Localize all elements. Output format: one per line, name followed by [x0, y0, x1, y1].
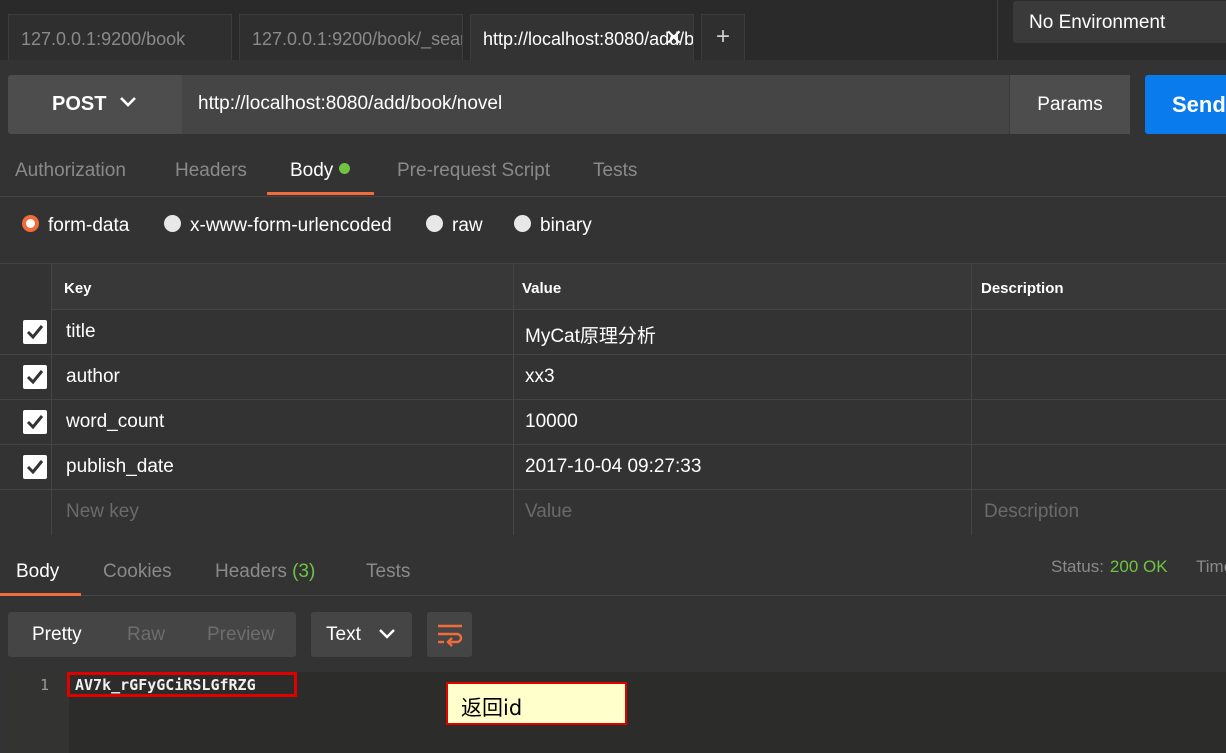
key-cell[interactable]: word_count — [66, 411, 164, 433]
row-checkbox[interactable] — [23, 320, 47, 344]
tab-label: http://localhost:8080/add/book/novel — [483, 29, 694, 49]
key-cell[interactable]: author — [66, 366, 120, 388]
radio-raw[interactable]: raw — [426, 215, 483, 237]
status-badge: Status: 200 OK — [1051, 557, 1168, 577]
params-button[interactable]: Params — [1009, 75, 1130, 134]
checkmark-icon — [26, 370, 44, 385]
view-preview-button[interactable]: Preview — [207, 624, 275, 646]
response-tab-body[interactable]: Body — [16, 561, 59, 583]
tab-body-label: Body — [290, 160, 334, 181]
response-tab-cookies[interactable]: Cookies — [103, 561, 172, 583]
radio-unchecked-icon — [514, 215, 531, 232]
row-checkbox[interactable] — [23, 410, 47, 434]
response-tab-tests[interactable]: Tests — [366, 561, 410, 583]
tab-add-novel[interactable]: http://localhost:8080/add/book/novel ✕ — [470, 14, 694, 60]
value-cell[interactable]: MyCat原理分析 — [525, 321, 656, 348]
column-value: Value — [522, 280, 562, 297]
response-tab-headers-label: Headers — [215, 561, 287, 582]
chevron-down-icon — [379, 629, 395, 639]
annotation-note: 返回id — [446, 682, 627, 725]
new-description-input[interactable]: Description — [984, 501, 1079, 523]
tab-body[interactable]: Body — [290, 160, 351, 182]
row-checkbox[interactable] — [23, 365, 47, 389]
headers-count: (3) — [292, 561, 316, 582]
active-tab-indicator — [0, 593, 81, 596]
radio-label: form-data — [48, 215, 130, 236]
value-cell[interactable]: 2017-10-04 09:27:33 — [525, 456, 701, 478]
response-tabs — [0, 548, 1226, 596]
line-number: 1 — [40, 676, 50, 694]
new-value-input[interactable]: Value — [525, 501, 572, 523]
radio-urlencoded[interactable]: x-www-form-urlencoded — [164, 215, 392, 237]
method-select[interactable]: POST — [8, 75, 182, 134]
tab-authorization[interactable]: Authorization — [15, 160, 126, 182]
tab-headers[interactable]: Headers — [175, 160, 247, 182]
divider — [997, 0, 998, 60]
radio-unchecked-icon — [426, 215, 443, 232]
status-value: 200 OK — [1109, 557, 1168, 576]
highlight-box — [67, 672, 297, 697]
format-select[interactable]: Text — [311, 612, 412, 657]
response-tab-headers[interactable]: Headers (3) — [215, 561, 315, 583]
wrap-lines-icon — [438, 624, 463, 647]
table-row — [0, 400, 1226, 445]
radio-label: x-www-form-urlencoded — [190, 215, 392, 236]
format-label: Text — [326, 624, 361, 645]
radio-label: raw — [452, 215, 483, 236]
new-key-input[interactable]: New key — [66, 501, 139, 523]
tab-label: 127.0.0.1:9200/book/_search — [252, 29, 463, 49]
tab-search[interactable]: 127.0.0.1:9200/book/_search — [239, 14, 463, 60]
radio-label: binary — [540, 215, 592, 236]
close-icon[interactable]: ✕ — [665, 25, 683, 51]
view-pretty-button[interactable]: Pretty — [32, 624, 82, 646]
radio-binary[interactable]: binary — [514, 215, 592, 237]
radio-checked-icon — [22, 215, 39, 232]
column-description: Description — [981, 280, 1064, 297]
new-tab-button[interactable]: + — [701, 14, 745, 60]
radio-form-data[interactable]: form-data — [22, 215, 129, 237]
modified-dot-icon — [339, 163, 351, 174]
tab-pre-request-script[interactable]: Pre-request Script — [397, 160, 550, 182]
view-raw-button[interactable]: Raw — [127, 624, 165, 646]
tab-label: 127.0.0.1:9200/book — [21, 29, 186, 49]
checkmark-icon — [26, 415, 44, 430]
value-cell[interactable]: 10000 — [525, 411, 578, 433]
checkmark-icon — [26, 460, 44, 475]
table-row — [0, 355, 1226, 400]
tab-tests[interactable]: Tests — [593, 160, 637, 182]
value-cell[interactable]: xx3 — [525, 366, 555, 388]
wrap-lines-button[interactable] — [427, 612, 472, 657]
checkmark-icon — [26, 325, 44, 340]
key-cell[interactable]: title — [66, 321, 96, 343]
row-checkbox[interactable] — [23, 455, 47, 479]
key-cell[interactable]: publish_date — [66, 456, 174, 478]
send-button[interactable]: Send — [1145, 75, 1226, 134]
method-label: POST — [52, 93, 107, 115]
active-tab-indicator — [267, 192, 374, 195]
status-label: Status: — [1051, 557, 1104, 576]
time-label: Time — [1196, 557, 1226, 576]
column-key: Key — [64, 280, 92, 297]
chevron-down-icon — [120, 97, 136, 107]
radio-unchecked-icon — [164, 215, 181, 232]
tab-book[interactable]: 127.0.0.1:9200/book — [8, 14, 232, 60]
url-input[interactable]: http://localhost:8080/add/book/novel — [198, 93, 502, 115]
line-gutter — [8, 672, 69, 753]
environment-select[interactable]: No Environment — [1013, 1, 1226, 43]
